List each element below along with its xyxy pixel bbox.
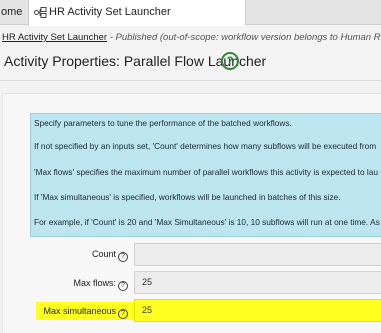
breadcrumb-workflow-link[interactable]: HR Activity Set Launcher xyxy=(2,32,107,43)
max-flows-input[interactable]: 25 xyxy=(134,271,381,294)
divider xyxy=(0,80,381,81)
info-line: 'Max flows' specifies the maximum number… xyxy=(34,167,378,177)
workflow-icon xyxy=(34,7,47,18)
help-icon[interactable]: ? xyxy=(221,52,239,70)
info-message-box: Specify parameters to tune the performan… xyxy=(30,113,381,237)
tab-active-label: HR Activity Set Launcher xyxy=(49,6,171,18)
tab-home[interactable]: ome xyxy=(0,0,27,25)
info-line: If not specified by an inputs set, 'Coun… xyxy=(34,141,377,151)
count-label-text: Count xyxy=(91,249,116,259)
max-flows-label-text: Max flows: xyxy=(73,278,116,288)
help-icon[interactable]: ? xyxy=(118,281,128,291)
tab-hr-activity-set-launcher[interactable]: HR Activity Set Launcher xyxy=(28,0,246,26)
breadcrumb: HR Activity Set Launcher - Published (ou… xyxy=(0,31,381,45)
info-line: Specify parameters to tune the performan… xyxy=(34,118,292,128)
max-simultaneous-label: Max simultaneous? xyxy=(40,305,128,319)
breadcrumb-status: - Published (out-of-scope: workflow vers… xyxy=(109,32,381,43)
info-line: If 'Max simultaneous' is specified, work… xyxy=(34,192,341,202)
count-label: Count? xyxy=(60,248,128,262)
help-icon[interactable]: ? xyxy=(118,309,128,319)
info-line: For example, if 'Count' is 20 and 'Max S… xyxy=(34,217,380,227)
tab-home-label: ome xyxy=(1,6,23,18)
help-icon[interactable]: ? xyxy=(118,252,128,262)
max-simultaneous-input[interactable]: 25 xyxy=(134,299,381,322)
max-flows-label: Max flows:? xyxy=(40,277,128,291)
tab-bar: ome HR Activity Set Launcher xyxy=(0,0,381,26)
count-input[interactable] xyxy=(134,243,381,266)
max-simultaneous-label-text: Max simultaneous xyxy=(43,306,116,316)
